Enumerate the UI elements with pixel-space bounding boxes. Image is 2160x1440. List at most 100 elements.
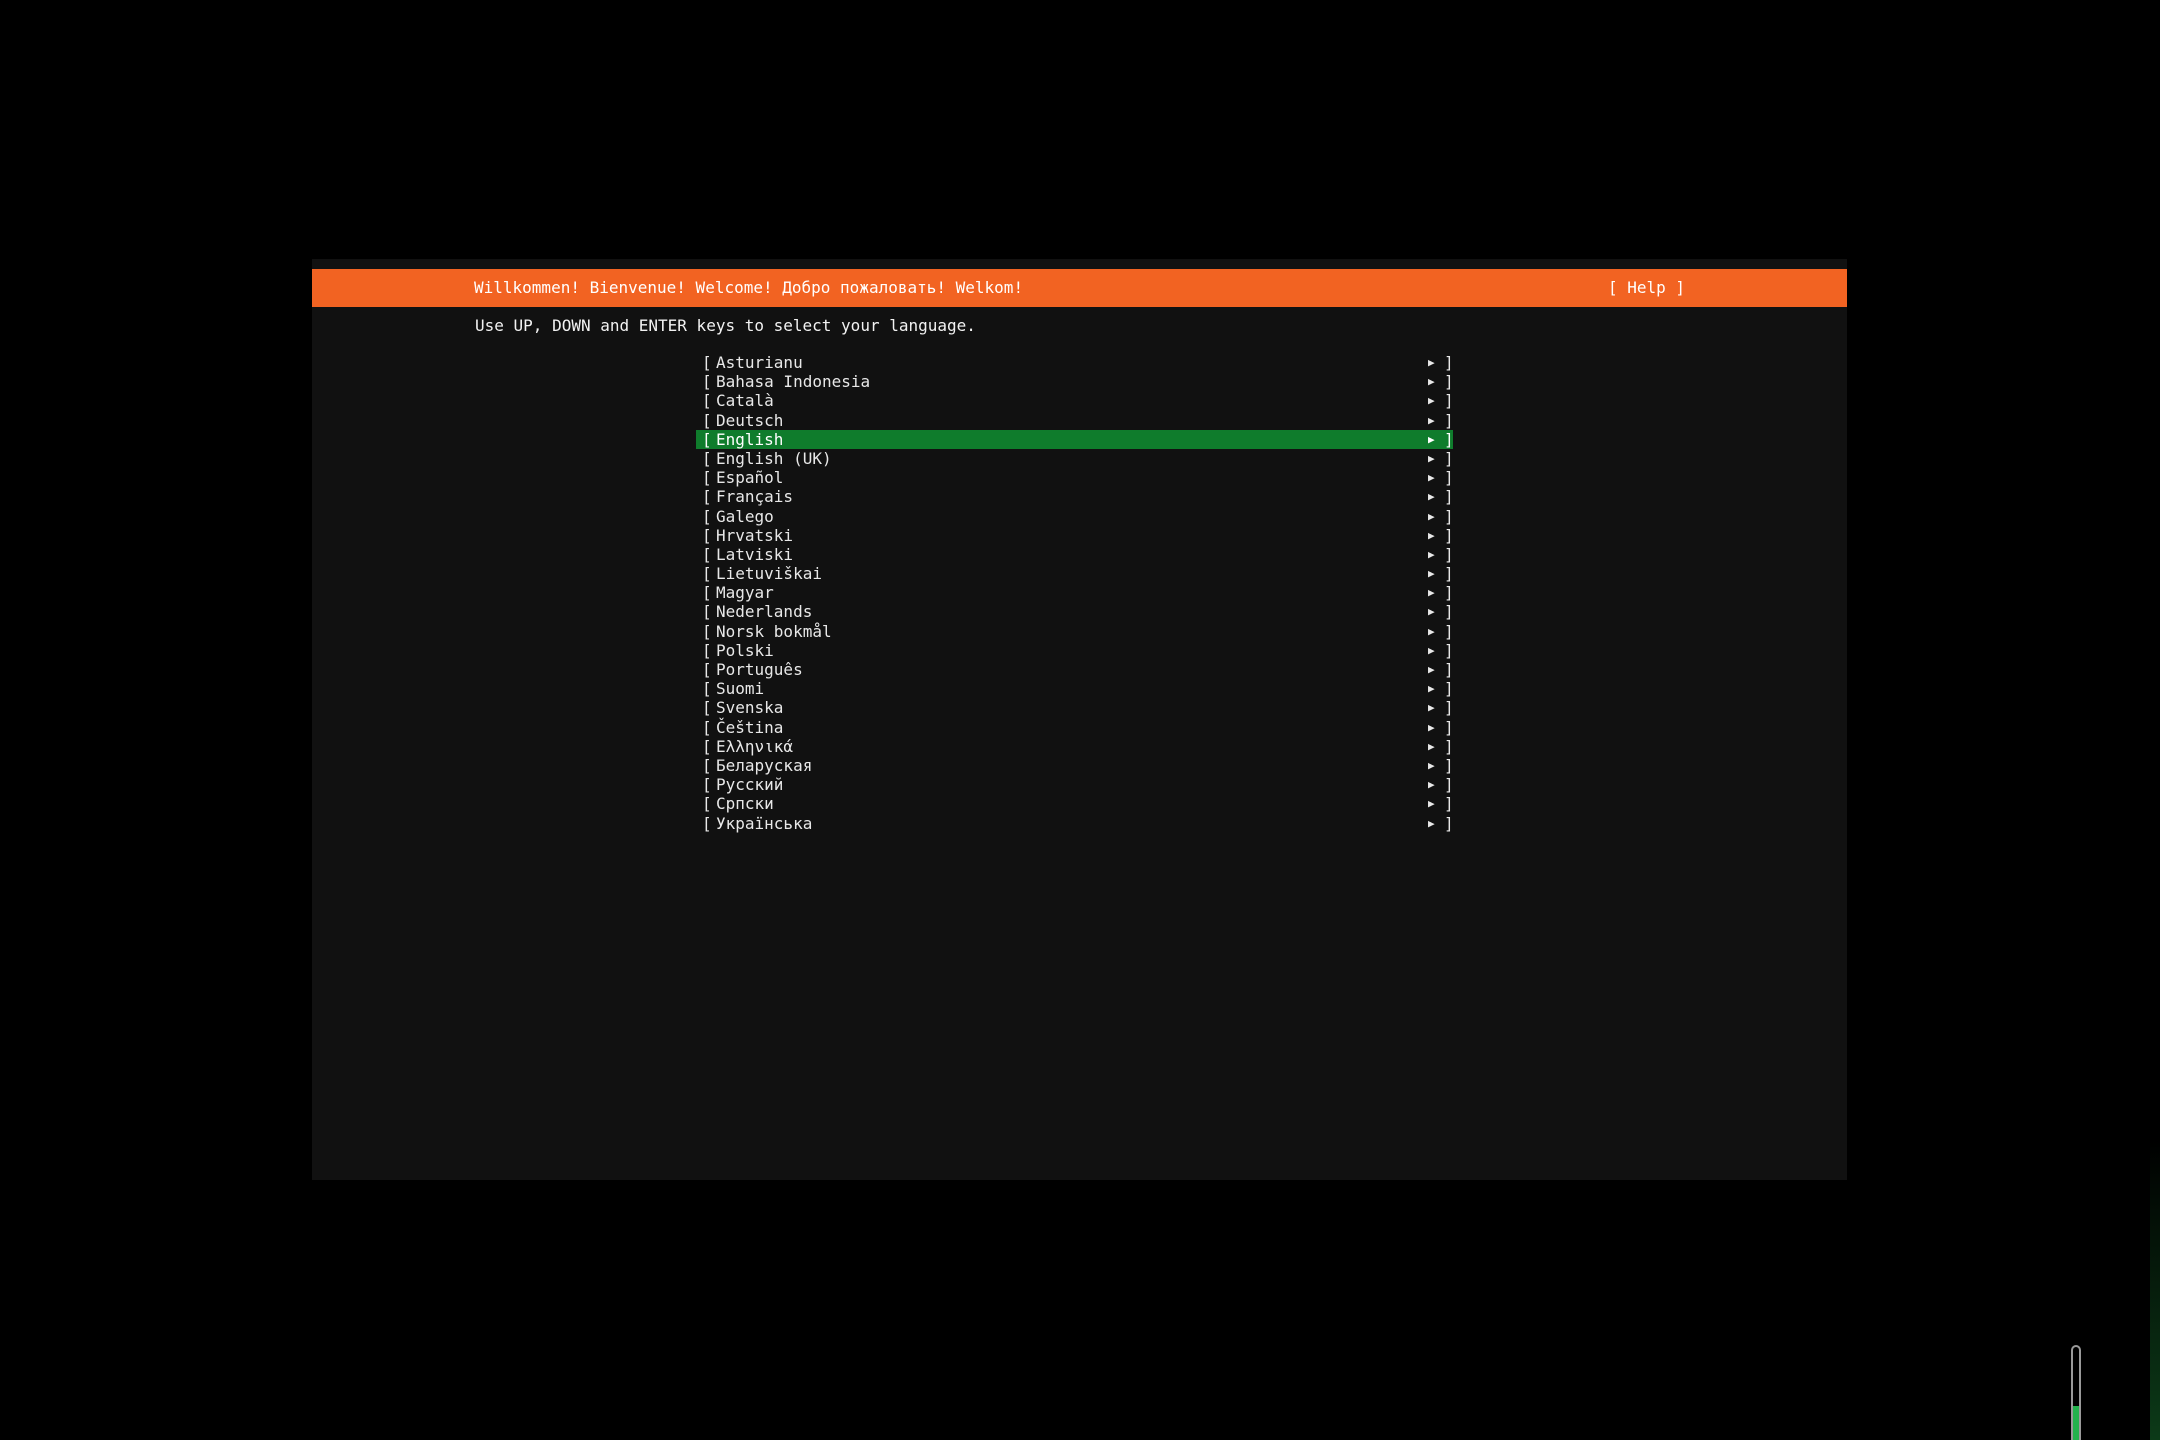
submenu-arrow-icon: ▶ [1428,816,1435,830]
language-label: Nederlands [716,602,813,622]
help-button[interactable]: [ Help ] [1608,269,1685,307]
submenu-arrow-icon: ▶ [1428,643,1435,657]
left-bracket: [ [702,448,712,468]
right-bracket: ] [1444,468,1454,488]
submenu-arrow-icon: ▶ [1428,682,1435,696]
submenu-arrow-icon: ▶ [1428,471,1435,485]
installer-screen: Willkommen! Bienvenue! Welcome! Добро по… [312,259,1847,1180]
left-bracket: [ [702,564,712,584]
language-label: Čeština [716,717,784,737]
header-bar: Willkommen! Bienvenue! Welcome! Добро по… [312,269,1847,307]
right-bracket: ] [1444,410,1454,430]
submenu-arrow-icon: ▶ [1428,528,1435,542]
right-bracket: ] [1444,564,1454,584]
left-bracket: [ [702,410,712,430]
language-label: Српски [716,794,774,814]
language-option[interactable]: [ Bahasa Indonesia ▶ ] [696,372,1454,392]
submenu-arrow-icon: ▶ [1428,356,1435,369]
right-bracket: ] [1444,353,1454,372]
left-bracket: [ [702,621,712,641]
language-label: Lietuviškai [716,564,822,584]
left-bracket: [ [702,679,712,699]
submenu-arrow-icon: ▶ [1428,547,1435,561]
language-option[interactable]: [ Norsk bokmål ▶ ] [696,621,1454,641]
submenu-arrow-icon: ▶ [1428,413,1435,427]
language-option[interactable]: [ Español ▶ ] [696,468,1454,488]
language-label: Latviski [716,544,794,564]
left-bracket: [ [702,736,712,756]
language-option[interactable]: [ Deutsch ▶ ] [696,410,1454,430]
language-label: Svenska [716,698,784,718]
right-bracket: ] [1444,506,1454,526]
language-option[interactable]: [ Hrvatski ▶ ] [696,525,1454,545]
language-option[interactable]: [ Asturianu ▶ ] [696,353,1454,372]
screen-edge-glow [2150,1140,2160,1440]
left-bracket: [ [702,660,712,679]
submenu-arrow-icon: ▶ [1428,797,1435,811]
right-bracket: ] [1444,602,1454,622]
language-option[interactable]: [ English (UK) ▶ ] [696,448,1454,468]
language-option[interactable]: [ Magyar ▶ ] [696,583,1454,602]
submenu-arrow-icon: ▶ [1428,701,1435,715]
submenu-arrow-icon: ▶ [1428,375,1435,389]
language-option[interactable]: [ Čeština ▶ ] [696,717,1454,737]
language-label: Polski [716,640,774,660]
language-label: Українська [716,813,813,833]
language-option[interactable]: [ Polski ▶ ] [696,640,1454,660]
right-bracket: ] [1444,448,1454,468]
left-bracket: [ [702,813,712,833]
language-option[interactable]: [ Português ▶ ] [696,660,1454,679]
language-option[interactable]: [ Nederlands ▶ ] [696,602,1454,622]
language-option[interactable]: [ Беларуская ▶ ] [696,755,1454,775]
right-bracket: ] [1444,391,1454,411]
language-label: Bahasa Indonesia [716,372,871,392]
left-bracket: [ [702,506,712,526]
language-option[interactable]: [ Català ▶ ] [696,391,1454,411]
language-option[interactable]: [ Svenska ▶ ] [696,698,1454,718]
right-bracket: ] [1444,679,1454,699]
submenu-arrow-icon: ▶ [1428,394,1435,408]
language-option[interactable]: [ Српски ▶ ] [696,794,1454,814]
right-bracket: ] [1444,813,1454,833]
language-label: Español [716,468,784,488]
left-bracket: [ [702,755,712,775]
right-bracket: ] [1444,525,1454,545]
language-label: Русский [716,775,784,795]
language-label: Asturianu [716,353,803,372]
language-label: Deutsch [716,410,784,430]
language-option[interactable]: [ English ▶ ] [696,429,1454,449]
language-option[interactable]: [ Русский ▶ ] [696,775,1454,795]
language-option[interactable]: [ Français ▶ ] [696,487,1454,506]
right-bracket: ] [1444,660,1454,679]
right-bracket: ] [1444,717,1454,737]
language-option[interactable]: [ Latviski ▶ ] [696,544,1454,564]
submenu-arrow-icon: ▶ [1428,509,1435,523]
welcome-title: Willkommen! Bienvenue! Welcome! Добро по… [474,278,1024,297]
language-option[interactable]: [ Galego ▶ ] [696,506,1454,526]
left-bracket: [ [702,525,712,545]
language-label: Hrvatski [716,525,794,545]
language-option[interactable]: [ Українська ▶ ] [696,813,1454,833]
right-bracket: ] [1444,640,1454,660]
right-bracket: ] [1444,794,1454,814]
language-label: Galego [716,506,774,526]
left-bracket: [ [702,429,712,449]
left-bracket: [ [702,640,712,660]
instruction-text: Use UP, DOWN and ENTER keys to select yo… [475,316,976,335]
language-option[interactable]: [ Ελληνικά ▶ ] [696,736,1454,756]
left-bracket: [ [702,468,712,488]
language-option[interactable]: [ Lietuviškai ▶ ] [696,564,1454,584]
left-bracket: [ [702,372,712,392]
left-bracket: [ [702,775,712,795]
level-indicator-icon [2071,1345,2081,1440]
right-bracket: ] [1444,736,1454,756]
language-label: Português [716,660,803,679]
language-list: [ Asturianu ▶ ] [ Bahasa Indonesia ▶ ] [… [696,353,1454,833]
submenu-arrow-icon: ▶ [1428,758,1435,772]
submenu-arrow-icon: ▶ [1428,720,1435,734]
submenu-arrow-icon: ▶ [1428,490,1435,504]
language-option[interactable]: [ Suomi ▶ ] [696,679,1454,699]
language-label: Norsk bokmål [716,621,832,641]
submenu-arrow-icon: ▶ [1428,432,1435,446]
left-bracket: [ [702,602,712,622]
